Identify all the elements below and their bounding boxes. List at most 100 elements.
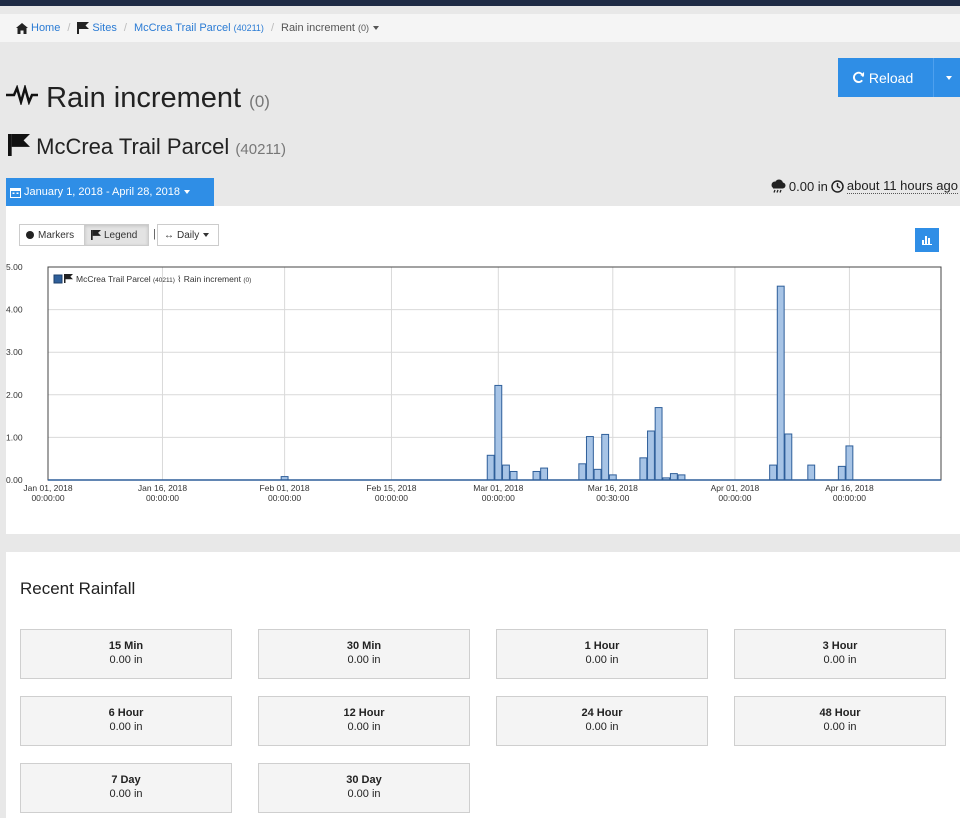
chart-type-button[interactable]	[915, 228, 939, 252]
data-bar	[578, 463, 587, 481]
rainfall-tile-label: 48 Hour	[819, 707, 861, 719]
arrows-horizontal-icon: ↔	[164, 229, 174, 241]
rainfall-tile-value: 0.00 in	[109, 721, 143, 733]
recent-rainfall-title: Recent Rainfall	[20, 579, 136, 598]
breadcrumb-site-id: (40211)	[233, 23, 264, 33]
data-bar	[601, 433, 610, 481]
rainfall-tile-label: 3 Hour	[822, 640, 858, 652]
breadcrumb-separator: /	[123, 22, 127, 34]
home-icon	[16, 22, 28, 34]
rainfall-tile-label: 1 Hour	[584, 640, 620, 652]
flag-icon	[91, 230, 101, 240]
x-tick-label: Mar 01, 2018	[473, 483, 523, 493]
data-bar	[585, 436, 594, 481]
rainfall-tile: 12 Hour 0.00 in	[258, 696, 470, 746]
x-tick-time-label: 00:00:00	[31, 493, 64, 503]
legend-label: McCrea Trail Parcel (40211) ⌇ Rain incre…	[76, 274, 251, 284]
chevron-down-icon	[946, 75, 952, 80]
rainfall-tile: 1 Hour 0.00 in	[496, 629, 708, 679]
rainfall-tile-value: 0.00 in	[109, 654, 143, 666]
legend-label: Legend	[104, 229, 138, 241]
markers-label: Markers	[38, 229, 75, 241]
date-range-button[interactable]: January 1, 2018 - April 28, 2018	[6, 178, 214, 206]
circle-icon	[26, 231, 34, 239]
data-bar	[509, 470, 518, 481]
rain-cloud-icon	[771, 179, 786, 193]
x-tick-time-label: 00:00:00	[833, 493, 866, 503]
y-tick-label: 4.00	[6, 305, 23, 315]
breadcrumb-site-link[interactable]: McCrea Trail Parcel (40211)	[134, 22, 264, 34]
rainfall-tile-label: 15 Min	[108, 640, 144, 652]
data-bar	[837, 465, 846, 481]
breadcrumb-current-dropdown[interactable]: Rain increment (0)	[281, 22, 380, 34]
x-tick-label: Mar 16, 2018	[588, 483, 638, 493]
breadcrumb-current-label: Rain increment	[281, 22, 355, 34]
chart-axes: 0.001.002.003.004.005.00Jan 01, 201800:0…	[6, 262, 942, 503]
rainfall-tile-label: 7 Day	[111, 774, 141, 786]
breadcrumb-site-name: McCrea Trail Parcel	[133, 22, 231, 34]
legend-toggle-button[interactable]: Legend	[84, 224, 149, 246]
rainfall-tile-value: 0.00 in	[347, 721, 381, 733]
y-tick-label: 5.00	[6, 262, 23, 272]
rainfall-tile: 30 Day 0.00 in	[258, 763, 470, 813]
data-bar	[639, 457, 648, 481]
date-range-label: January 1, 2018 - April 28, 2018	[24, 186, 180, 198]
breadcrumb-separator: /	[67, 22, 71, 34]
y-tick-label: 0.00	[6, 475, 23, 485]
markers-toggle-button[interactable]: Markers	[19, 224, 85, 246]
interval-dropdown[interactable]: ↔ Daily	[157, 224, 219, 246]
data-bar	[494, 384, 503, 481]
x-tick-time-label: 00:30:00	[596, 493, 629, 503]
x-tick-time-label: 00:00:00	[146, 493, 179, 503]
y-tick-label: 1.00	[6, 432, 23, 442]
bar-chart-icon	[922, 236, 932, 245]
site-name: McCrea Trail Parcel	[36, 134, 230, 159]
reload-label: Reload	[868, 69, 914, 86]
x-tick-label: Apr 01, 2018	[711, 483, 760, 493]
rainfall-tile: 6 Hour 0.00 in	[20, 696, 232, 746]
refresh-icon	[853, 71, 865, 83]
legend-swatch	[53, 274, 63, 284]
rainfall-tile-value: 0.00 in	[823, 721, 857, 733]
x-tick-label: Apr 16, 2018	[825, 483, 874, 493]
rainfall-tile: 3 Hour 0.00 in	[734, 629, 946, 679]
chart-bars	[280, 285, 854, 481]
page-title: Rain increment (0)	[6, 82, 270, 115]
legend-text-part: McCrea Trail Parcel	[76, 274, 153, 284]
current-rain-value: 0.00 in	[788, 178, 828, 194]
legend-text-part: ⌇ Rain increment	[175, 274, 243, 284]
flag-icon	[77, 22, 90, 34]
data-bar	[669, 473, 678, 481]
reload-options-toggle[interactable]	[933, 58, 960, 97]
pulse-icon	[6, 83, 38, 107]
data-bar	[532, 470, 541, 481]
data-bar	[776, 285, 785, 481]
rain-chart[interactable]: 0.001.002.003.004.005.00Jan 01, 201800:0…	[6, 258, 960, 528]
y-tick-label: 3.00	[6, 347, 23, 357]
site-id: (40211)	[235, 141, 286, 158]
rainfall-tile-value: 0.00 in	[823, 654, 857, 666]
last-update-time[interactable]: about 11 hours ago	[846, 178, 958, 194]
breadcrumb-home-link[interactable]: Home	[31, 22, 60, 34]
data-bar	[486, 454, 495, 481]
rainfall-tile-value: 0.00 in	[347, 654, 381, 666]
breadcrumb-current-id: (0)	[358, 23, 370, 33]
rainfall-tile: 15 Min 0.00 in	[20, 629, 232, 679]
chart-panel: Markers Legend | ↔ Daily 0.00 1.00 2.00 3.0…	[6, 206, 960, 534]
rainfall-tile: 7 Day 0.00 in	[20, 763, 232, 813]
breadcrumb-sites-link[interactable]: Sites	[92, 22, 116, 34]
chevron-down-icon	[183, 190, 190, 194]
rainfall-tile-value: 0.00 in	[109, 788, 143, 800]
data-bar	[593, 468, 602, 481]
recent-rainfall-panel: Recent Rainfall 15 Min 0.00 in 30 Min 0.00 …	[6, 552, 960, 818]
breadcrumb: Home / Sites / McCrea Trail Parcel (4021…	[0, 14, 960, 42]
chart-legend[interactable]: McCrea Trail Parcel (40211) ⌇ Rain incre…	[53, 274, 251, 284]
reload-button[interactable]: Reload	[838, 70, 933, 86]
flag-icon	[8, 134, 30, 156]
toolbar-divider: |	[153, 228, 156, 240]
x-tick-time-label: 00:00:00	[268, 493, 301, 503]
data-bar	[769, 464, 778, 481]
calendar-icon	[10, 187, 21, 198]
rainfall-tile-value: 0.00 in	[585, 721, 619, 733]
sensor-title: Rain increment	[46, 82, 242, 114]
